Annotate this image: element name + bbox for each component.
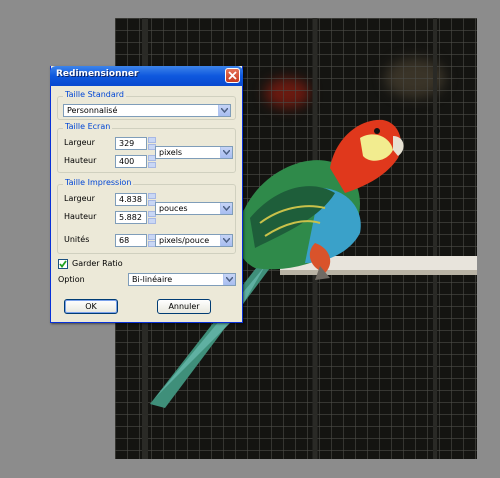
close-icon <box>228 71 237 80</box>
screen-unit-value: pixels <box>159 148 183 157</box>
screen-size-group: Taille Ecran Largeur 329 Hauteur 400 pix… <box>57 122 236 173</box>
screen-unit-select[interactable]: pixels <box>155 146 233 159</box>
chevron-down-icon[interactable] <box>220 235 232 246</box>
close-button[interactable] <box>225 68 240 83</box>
screen-size-legend: Taille Ecran <box>63 122 113 131</box>
dialog-title: Redimensionner <box>56 69 139 79</box>
resolution-unit-value: pixels/pouce <box>159 236 210 245</box>
ok-button[interactable]: OK <box>64 299 118 314</box>
chevron-down-icon[interactable] <box>220 147 232 158</box>
interpolation-value: Bi-linéaire <box>132 275 173 284</box>
screen-height-field[interactable]: 400 <box>115 155 147 168</box>
resolution-field[interactable]: 68 <box>115 234 147 247</box>
checkmark-icon <box>59 260 67 268</box>
cancel-button[interactable]: Annuler <box>157 299 211 314</box>
option-label: Option <box>58 275 85 284</box>
preset-select[interactable]: Personnalisé <box>63 104 231 117</box>
preset-value: Personnalisé <box>67 106 118 115</box>
chevron-down-icon[interactable] <box>223 274 235 285</box>
screen-width-label: Largeur <box>64 138 95 147</box>
print-unit-select[interactable]: pouces <box>155 202 233 215</box>
print-width-label: Largeur <box>64 194 95 203</box>
print-size-group: Taille Impression Largeur 4.838 Hauteur … <box>57 178 236 254</box>
print-width-field[interactable]: 4.838 <box>115 193 147 206</box>
interpolation-select[interactable]: Bi-linéaire <box>128 273 236 286</box>
chevron-down-icon[interactable] <box>218 105 230 116</box>
print-size-legend: Taille Impression <box>63 178 134 187</box>
print-unit-value: pouces <box>159 204 188 213</box>
chevron-down-icon[interactable] <box>220 203 232 214</box>
keep-ratio-label[interactable]: Garder Ratio <box>72 259 123 268</box>
standard-size-legend: Taille Standard <box>63 90 126 99</box>
screen-height-label: Hauteur <box>64 156 97 165</box>
resolution-unit-select[interactable]: pixels/pouce <box>155 234 233 247</box>
print-height-label: Hauteur <box>64 212 97 221</box>
resolution-label: Unités <box>64 235 90 244</box>
resize-dialog: Redimensionner Taille Standard Personnal… <box>50 66 243 323</box>
keep-ratio-checkbox[interactable] <box>58 259 68 269</box>
standard-size-group: Taille Standard Personnalisé <box>57 90 236 120</box>
screen-width-field[interactable]: 329 <box>115 137 147 150</box>
print-height-field[interactable]: 5.882 <box>115 211 147 224</box>
dialog-titlebar[interactable]: Redimensionner <box>50 66 243 86</box>
